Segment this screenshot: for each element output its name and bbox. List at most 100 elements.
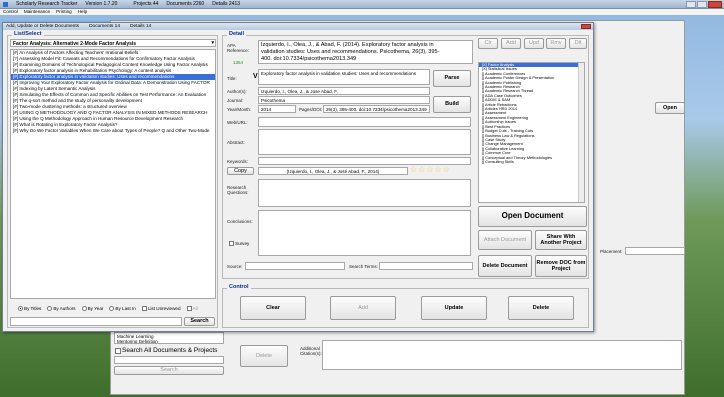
sort-by-titles[interactable]: By Titles	[18, 306, 41, 312]
web-field[interactable]	[258, 117, 471, 127]
app-version: Version 1.7.20	[85, 1, 118, 7]
pages-label: Pages/DOI:	[299, 107, 323, 112]
research-questions-field[interactable]	[258, 179, 471, 207]
remove-doc-button[interactable]: Remove DOC from Project	[535, 255, 587, 277]
update-button[interactable]: Update	[421, 296, 487, 320]
menu-printing[interactable]: Printing	[56, 9, 72, 15]
build-button[interactable]: Build	[433, 96, 471, 113]
list-select-heading: List/Select	[12, 31, 44, 37]
menu-control[interactable]: Control	[3, 9, 18, 15]
list-unreviewed[interactable]: List Unreviewed	[141, 306, 181, 312]
list-search-field[interactable]	[10, 317, 182, 326]
star-icon[interactable]: ☆	[426, 166, 433, 174]
sort-by-last-in[interactable]: By Last In	[109, 306, 136, 312]
maximize-button[interactable]	[697, 0, 707, 8]
add-button[interactable]: Add	[330, 296, 396, 320]
web-label: Web/URL:	[227, 120, 248, 125]
dialog-close-button[interactable]	[581, 24, 591, 29]
checkbox-icon[interactable]	[141, 306, 147, 312]
sort-by-authors[interactable]: By Authors	[47, 306, 76, 312]
list-item[interactable]: [#] Why Do We Factor Variables When We C…	[11, 128, 215, 134]
abstract-label: Abstract:	[227, 140, 245, 145]
topic-list[interactable]: [X] Factor Analysis [X] Statistical Issue…	[478, 62, 585, 203]
menu-maintenance[interactable]: Maintenance	[24, 9, 50, 15]
title-field[interactable]: Exploratory factor analysis in validatio…	[258, 69, 430, 85]
topic-delete-button[interactable]: Dlt	[569, 38, 587, 49]
placement-label: Placement:	[600, 249, 623, 254]
topic-add-button[interactable]: Add	[501, 38, 521, 49]
topic-remove-button[interactable]: Rmv	[546, 38, 566, 49]
star-icon[interactable]: ☆	[435, 166, 442, 174]
additional-citations-field[interactable]	[322, 340, 682, 370]
citation-field[interactable]: (Izquierdo, I., Olea, J., & José Abad, F…	[258, 167, 408, 175]
authors-field[interactable]: Izquierdo, I., Olea, J., & Jose Abad, F.	[258, 87, 430, 95]
background-open-button[interactable]: Open	[655, 102, 685, 114]
radio-icon[interactable]	[81, 306, 87, 312]
background-search-button[interactable]: Search	[114, 366, 224, 375]
keywords-field[interactable]	[258, 157, 471, 165]
conclusions-field[interactable]	[258, 210, 471, 256]
topic-clear-button[interactable]: Clr	[478, 38, 498, 49]
delete-button[interactable]: Delete	[508, 296, 574, 320]
search-terms-field[interactable]	[379, 262, 473, 270]
background-list-item[interactable]: Mentoring Definition	[117, 339, 221, 343]
background-list[interactable]: Machine Learning Mentoring Definition	[114, 332, 224, 344]
dialog-details-count: Details 14	[130, 24, 152, 29]
minimize-button[interactable]	[686, 0, 696, 8]
star-icon[interactable]: ☆	[443, 166, 450, 174]
attach-document-button[interactable]: Attach Document	[478, 230, 532, 250]
app-titlebar: Scholarly Research Tracker Version 1.7.2…	[0, 0, 724, 9]
additional-citations-label: Additional Citation(s):	[300, 346, 322, 356]
checkbox-icon[interactable]	[186, 306, 192, 312]
topic-item[interactable]: [] Consulting Skills	[479, 160, 584, 164]
copy-button[interactable]: Copy	[227, 167, 254, 175]
dialog-titlebar: Add, Update or Delete Documents Document…	[3, 23, 593, 30]
background-delete-button[interactable]: Delete	[240, 345, 288, 367]
radio-icon[interactable]	[47, 306, 53, 312]
app-icon	[3, 1, 8, 7]
rating-stars[interactable]: ☆ ☆ ☆ ☆ ☆	[410, 166, 450, 174]
document-list[interactable]: [#] An Analysis of Factors Affecting Tea…	[10, 49, 216, 299]
title-value: Exploratory factor analysis in validatio…	[261, 71, 416, 76]
background-search-field[interactable]	[114, 356, 224, 364]
topic-list-scrollbar[interactable]	[578, 63, 584, 202]
dialog-documents-count: Documents 14	[89, 24, 120, 29]
delete-document-button[interactable]: Delete Document	[478, 255, 532, 277]
abstract-field[interactable]	[258, 129, 471, 155]
open-document-button[interactable]: Open Document	[478, 206, 587, 227]
authors-label: Author(s):	[227, 89, 247, 94]
research-questions-label: Research Questions:	[227, 185, 249, 195]
survey-checkbox[interactable]	[229, 241, 234, 246]
radio-icon[interactable]	[18, 306, 23, 312]
chevron-down-icon[interactable]: ▾	[211, 40, 214, 46]
star-icon[interactable]: ☆	[410, 166, 417, 174]
placement-select[interactable]	[625, 247, 685, 255]
pages-value: 26(3), 395-400. doi:10.7334/psicothema20…	[326, 107, 427, 112]
star-icon[interactable]: ☆	[418, 166, 425, 174]
year-label: Year/Month:	[227, 107, 252, 112]
journal-field[interactable]: Psicothema	[258, 96, 430, 104]
all-label: All	[192, 306, 198, 311]
project-combo[interactable]: Factor Analysis: Alternative 2-Mode Fact…	[10, 39, 216, 47]
apa-reference-text: Izquierdo, I., Olea, J., & Abad, F. (201…	[258, 40, 473, 64]
survey-checkbox-row[interactable]: Survey	[229, 241, 249, 246]
clear-button[interactable]: Clear	[240, 296, 306, 320]
year-field[interactable]: 2014	[258, 105, 296, 113]
source-field[interactable]	[245, 262, 345, 270]
topic-update-button[interactable]: Upd	[524, 38, 544, 49]
parse-button[interactable]: Parse	[433, 70, 471, 87]
title-v-marker: V	[253, 73, 258, 80]
share-project-button[interactable]: Share With Another Project	[535, 230, 587, 250]
menu-help[interactable]: Help	[78, 9, 87, 15]
search-all-checkbox[interactable]	[115, 347, 121, 354]
all-option[interactable]: All	[186, 306, 198, 312]
sort-by-authors-label: By Authors	[53, 306, 76, 311]
sort-by-year[interactable]: By Year	[81, 306, 103, 312]
pages-field[interactable]: 26(3), 395-400. doi:10.7334/psicothema20…	[323, 105, 430, 113]
close-button[interactable]	[708, 0, 722, 8]
search-all-row[interactable]: Search All Documents & Projects	[115, 347, 217, 354]
apa-label: APA Reference:	[227, 43, 250, 53]
year-value: 2014	[261, 107, 272, 112]
radio-icon[interactable]	[109, 306, 115, 312]
list-search-button[interactable]: Search	[184, 317, 215, 326]
